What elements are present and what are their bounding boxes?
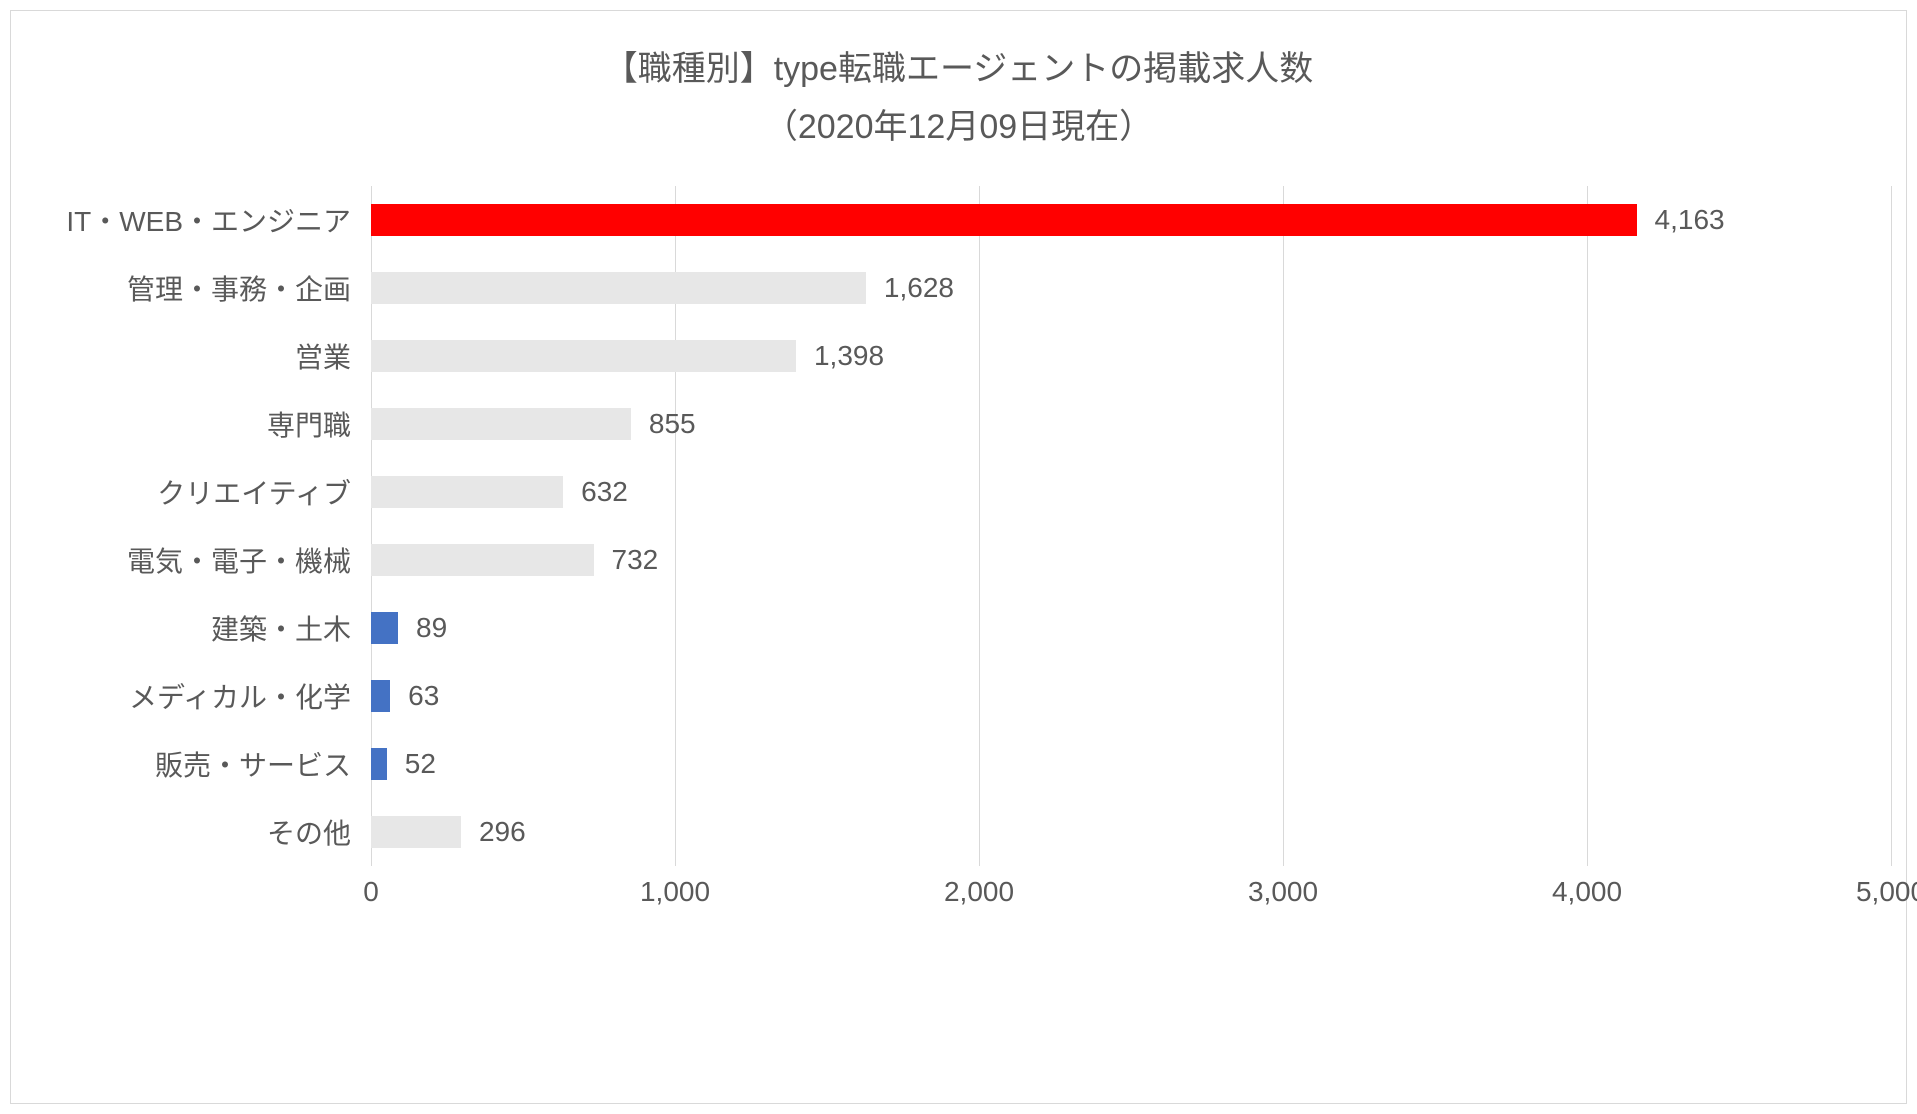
- x-tick-label: 3,000: [1248, 876, 1318, 908]
- bar-wrap: 89: [371, 594, 447, 662]
- data-label: 63: [408, 680, 439, 712]
- chart-subtitle: （2020年12月09日現在）: [11, 104, 1906, 152]
- bar-wrap: 732: [371, 526, 658, 594]
- bar: [371, 612, 398, 644]
- bar-wrap: 63: [371, 662, 439, 730]
- category-label: その他: [31, 812, 361, 852]
- bar: [371, 544, 594, 576]
- bar-wrap: 855: [371, 390, 696, 458]
- bar-row: IT・WEB・エンジニア 4,163: [31, 186, 1891, 254]
- bar-row: クリエイティブ 632: [31, 458, 1891, 526]
- chart-title: 【職種別】type転職エージェントの掲載求人数: [11, 46, 1906, 94]
- category-label: メディカル・化学: [31, 676, 361, 716]
- category-label: 専門職: [31, 404, 361, 444]
- bar-row: 営業 1,398: [31, 322, 1891, 390]
- data-label: 1,628: [884, 272, 954, 304]
- plot-area: IT・WEB・エンジニア 4,163 管理・事務・企画 1,628 営業 1,398 専門職…: [31, 186, 1891, 946]
- bar: [371, 340, 796, 372]
- category-label: 営業: [31, 336, 361, 376]
- category-label: 管理・事務・企画: [31, 268, 361, 308]
- bar: [371, 748, 387, 780]
- x-tick-label: 2,000: [944, 876, 1014, 908]
- bar-wrap: 4,163: [371, 186, 1725, 254]
- bar-wrap: 1,628: [371, 254, 954, 322]
- bar-wrap: 1,398: [371, 322, 884, 390]
- data-label: 732: [612, 544, 659, 576]
- x-tick-label: 1,000: [640, 876, 710, 908]
- bar-row: 専門職 855: [31, 390, 1891, 458]
- category-label: 電気・電子・機械: [31, 540, 361, 580]
- bar-row: 販売・サービス 52: [31, 730, 1891, 798]
- category-label: IT・WEB・エンジニア: [31, 200, 361, 240]
- bar: [371, 476, 563, 508]
- bar: [371, 272, 866, 304]
- data-label: 52: [405, 748, 436, 780]
- data-label: 1,398: [814, 340, 884, 372]
- data-label: 855: [649, 408, 696, 440]
- data-label: 89: [416, 612, 447, 644]
- category-label: 建築・土木: [31, 608, 361, 648]
- bar-row: その他 296: [31, 798, 1891, 866]
- bar: [371, 408, 631, 440]
- bar-wrap: 632: [371, 458, 628, 526]
- gridline: [1891, 186, 1892, 866]
- bar-row: メディカル・化学 63: [31, 662, 1891, 730]
- bar-row: 電気・電子・機械 732: [31, 526, 1891, 594]
- category-label: クリエイティブ: [31, 472, 361, 512]
- bar-row: 管理・事務・企画 1,628: [31, 254, 1891, 322]
- x-tick-label: 0: [363, 876, 379, 908]
- bar-wrap: 296: [371, 798, 526, 866]
- bar: [371, 816, 461, 848]
- chart-container: 【職種別】type転職エージェントの掲載求人数 （2020年12月09日現在） …: [10, 10, 1907, 1104]
- x-tick-label: 4,000: [1552, 876, 1622, 908]
- bar-row: 建築・土木 89: [31, 594, 1891, 662]
- data-label: 632: [581, 476, 628, 508]
- category-label: 販売・サービス: [31, 744, 361, 784]
- data-label: 296: [479, 816, 526, 848]
- bar: [371, 204, 1637, 236]
- bars-area: IT・WEB・エンジニア 4,163 管理・事務・企画 1,628 営業 1,398 専門職…: [31, 186, 1891, 866]
- x-tick-label: 5,000: [1856, 876, 1917, 908]
- data-label: 4,163: [1655, 204, 1725, 236]
- bar: [371, 680, 390, 712]
- x-axis: 01,0002,0003,0004,0005,000: [371, 876, 1891, 926]
- bar-wrap: 52: [371, 730, 436, 798]
- title-block: 【職種別】type転職エージェントの掲載求人数 （2020年12月09日現在）: [11, 11, 1906, 151]
